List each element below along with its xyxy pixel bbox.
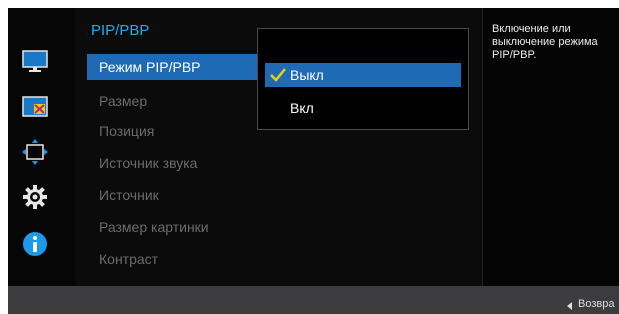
option-off-label: Выкл bbox=[290, 67, 324, 83]
option-on-label: Вкл bbox=[290, 100, 314, 116]
category-rail bbox=[8, 8, 75, 286]
return-arrow-icon[interactable] bbox=[567, 302, 572, 310]
menu-item-picture-size[interactable]: Размер картинки bbox=[87, 214, 265, 240]
option-off[interactable]: Выкл bbox=[265, 63, 461, 87]
pip-pbp-mode-submenu: Выкл Вкл bbox=[257, 28, 469, 130]
menu-title: PIP/PBP bbox=[91, 22, 150, 39]
help-text: Включение или выключение режима PIP/PBP. bbox=[492, 23, 598, 61]
info-icon[interactable] bbox=[22, 231, 48, 257]
menu-item-contrast[interactable]: Контраст bbox=[87, 246, 265, 272]
return-label[interactable]: Возвра bbox=[578, 298, 614, 310]
menu-item-sound-source[interactable]: Источник звука bbox=[87, 150, 265, 176]
position-size-icon[interactable] bbox=[22, 139, 48, 165]
settings-gear-icon[interactable] bbox=[22, 184, 48, 210]
bottom-bar: Возвра bbox=[8, 286, 619, 314]
checkmark-icon bbox=[270, 68, 286, 82]
option-on[interactable]: Вкл bbox=[265, 96, 461, 120]
menu-item-pip-pbp-mode[interactable]: Режим PIP/PBP bbox=[87, 54, 265, 80]
pip-pbp-icon[interactable] bbox=[22, 94, 48, 120]
osd-window: PIP/PBP Режим PIP/PBP Размер Позиция Ист… bbox=[8, 8, 619, 314]
menu-item-position[interactable]: Позиция bbox=[87, 118, 265, 144]
menu-item-source[interactable]: Источник bbox=[87, 182, 265, 208]
monitor-icon[interactable] bbox=[22, 49, 48, 75]
help-panel: Включение или выключение режима PIP/PBP. bbox=[482, 8, 619, 286]
menu-item-size[interactable]: Размер bbox=[87, 88, 265, 114]
